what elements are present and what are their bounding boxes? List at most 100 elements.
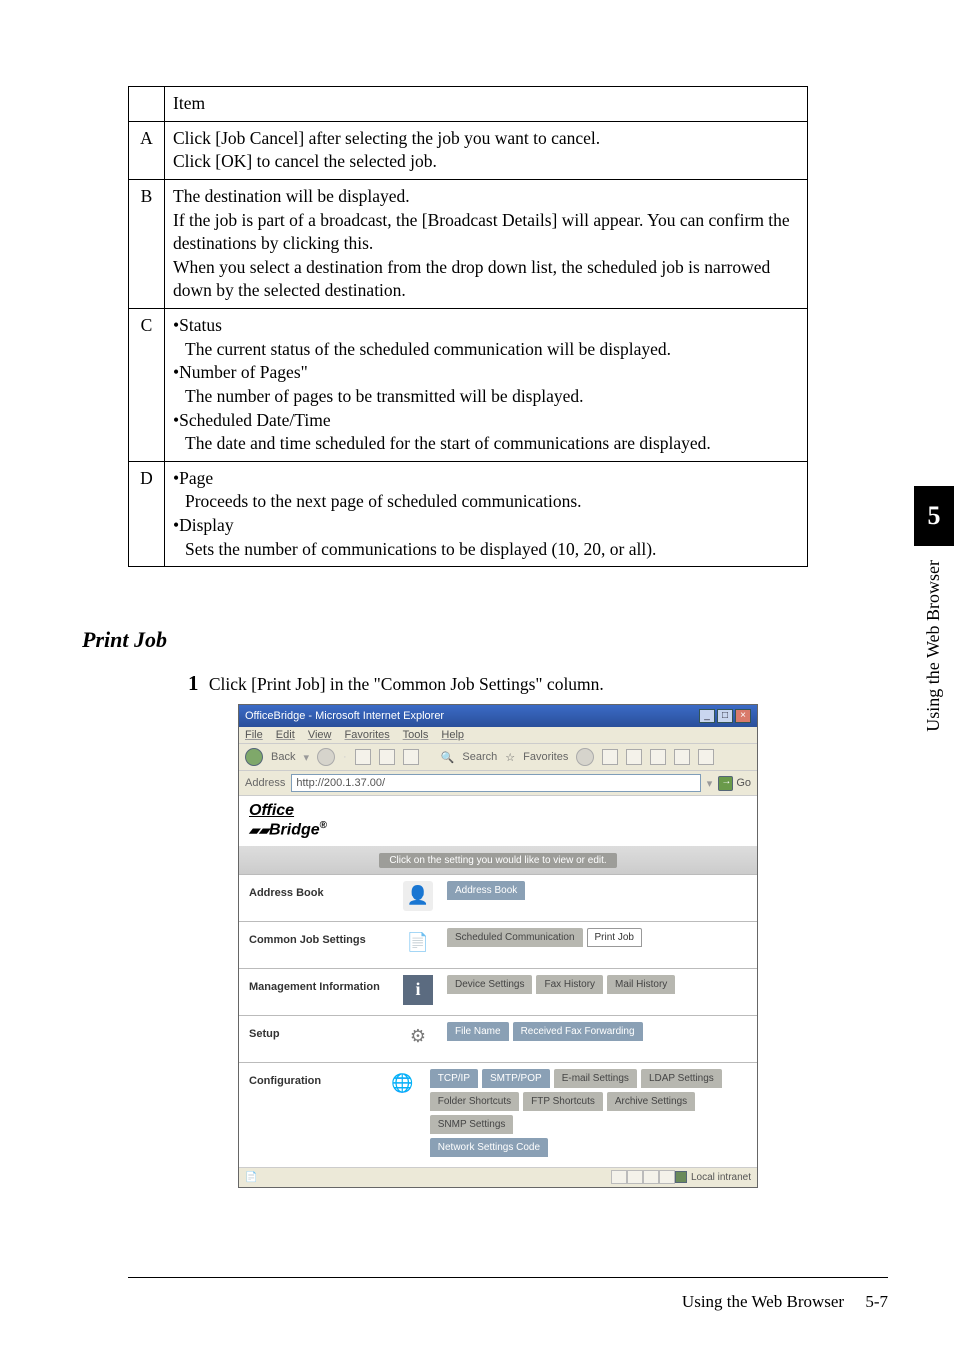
section-setup: Setup ⚙ File Name Received Fax Forwardin… [239,1015,757,1062]
close-button[interactable]: × [735,709,751,723]
tab-address-book[interactable]: Address Book [447,881,525,900]
tab-print-job[interactable]: Print Job [587,928,642,947]
tab-ldap-settings[interactable]: LDAP Settings [641,1069,722,1088]
forward-icon[interactable] [317,748,335,766]
window-titlebar: OfficeBridge - Microsoft Internet Explor… [239,705,757,727]
back-label[interactable]: Back [271,751,295,763]
tab-email-settings[interactable]: E-mail Settings [554,1069,637,1088]
table-row: C •Status The current status of the sche… [129,309,808,462]
bullet-title: •Display [173,514,799,538]
status-cell [659,1170,675,1184]
tab-network-settings-code[interactable]: Network Settings Code [430,1138,548,1157]
tab-fax-history[interactable]: Fax History [536,975,603,994]
media-icon[interactable] [576,748,594,766]
bullet-title: •Page [173,467,799,491]
banner-text: Click on the setting you would like to v… [379,853,616,868]
status-done-icon: 📄 [245,1172,257,1183]
section-title: Print Job [82,627,808,653]
tab-ftp-shortcuts[interactable]: FTP Shortcuts [523,1092,603,1111]
section-label: Configuration [249,1069,375,1087]
bullet-title: •Status [173,314,799,338]
row-line: Click [Job Cancel] after selecting the j… [173,127,799,151]
go-label: Go [736,777,751,789]
tab-scheduled-communication[interactable]: Scheduled Communication [447,928,583,947]
menu-edit[interactable]: Edit [276,729,295,741]
search-icon[interactable]: 🔍 [441,751,455,764]
section-management-info: Management Information i Device Settings… [239,968,757,1015]
home-icon[interactable] [403,749,419,765]
section-common-job: Common Job Settings 📄 Scheduled Communic… [239,921,757,968]
row-content: •Page Proceeds to the next page of sched… [165,461,808,567]
bullet-title: •Scheduled Date/Time [173,409,799,433]
minimize-button[interactable]: _ [699,709,715,723]
tab-archive-settings[interactable]: Archive Settings [607,1092,695,1111]
step-number: 1 [188,671,199,695]
stop-icon[interactable] [355,749,371,765]
history-icon[interactable] [602,749,618,765]
section-label: Setup [249,1022,389,1040]
discuss-icon[interactable] [698,749,714,765]
section-label: Management Information [249,975,389,993]
bullet-desc: The current status of the scheduled comm… [185,338,799,362]
bullet-desc: Proceeds to the next page of scheduled c… [185,490,799,514]
row-letter: D [129,461,165,567]
row-line: When you select a destination from the d… [173,256,799,303]
status-cell [611,1170,627,1184]
logo-bridge: Bridge [269,822,320,839]
mail-icon[interactable] [626,749,642,765]
maximize-button[interactable]: □ [717,709,733,723]
footer: Using the Web Browser 5-7 [682,1292,888,1312]
row-content: The destination will be displayed. If th… [165,179,808,308]
tab-snmp-settings[interactable]: SNMP Settings [430,1115,514,1134]
favorites-label[interactable]: Favorites [523,751,568,763]
search-label[interactable]: Search [462,751,497,763]
edit-icon[interactable] [674,749,690,765]
chapter-number: 5 [928,501,941,531]
bullet-title: •Number of Pages" [173,361,799,385]
menu-favorites[interactable]: Favorites [345,729,390,741]
tab-tcpip[interactable]: TCP/IP [430,1069,478,1088]
bullet-desc: The number of pages to be transmitted wi… [185,385,799,409]
tab-folder-shortcuts[interactable]: Folder Shortcuts [430,1092,519,1111]
back-icon[interactable] [245,748,263,766]
footer-text: Using the Web Browser [682,1292,844,1311]
address-input[interactable] [291,774,700,792]
footer-page: 5-7 [865,1292,888,1311]
globe-icon: 🌐 [389,1069,416,1099]
status-cell [643,1170,659,1184]
security-zone: Local intranet [675,1171,751,1183]
ie-toolbar: Back ▾ · 🔍 Search ☆ Favorites [239,744,757,771]
row-line: If the job is part of a broadcast, the [… [173,209,799,256]
window-title: OfficeBridge - Microsoft Internet Explor… [245,710,444,722]
section-address-book: Address Book 👤 Address Book [239,874,757,921]
section-label: Common Job Settings [249,928,389,946]
row-content: •Status The current status of the schedu… [165,309,808,462]
menu-help[interactable]: Help [441,729,464,741]
row-line: Click [OK] to cancel the selected job. [173,150,799,174]
footer-rule [128,1277,888,1278]
table-header-blank [129,87,165,122]
status-bar: 📄 Local intranet [239,1167,757,1187]
tab-mail-history[interactable]: Mail History [607,975,675,994]
tab-received-fax-forwarding[interactable]: Received Fax Forwarding [513,1022,643,1041]
logo-office: Office [249,802,294,819]
menu-file[interactable]: File [245,729,263,741]
menubar: File Edit View Favorites Tools Help [239,727,757,744]
favorites-icon[interactable]: ☆ [505,751,515,764]
table-row: A Click [Job Cancel] after selecting the… [129,121,808,179]
step-text: Click [Print Job] in the "Common Job Set… [209,674,604,694]
table-header-item: Item [165,87,808,122]
gears-icon: ⚙ [403,1022,433,1052]
refresh-icon[interactable] [379,749,395,765]
officebridge-logo: Office ▰▰Bridge® [239,796,757,845]
tab-file-name[interactable]: File Name [447,1022,509,1041]
item-table: Item A Click [Job Cancel] after selectin… [128,86,808,567]
menu-tools[interactable]: Tools [403,729,429,741]
tab-smtp-pop[interactable]: SMTP/POP [482,1069,550,1088]
menu-view[interactable]: View [308,729,332,741]
tab-device-settings[interactable]: Device Settings [447,975,532,994]
print-icon[interactable] [650,749,666,765]
row-content: Click [Job Cancel] after selecting the j… [165,121,808,179]
document-icon: 📄 [403,928,433,958]
go-button[interactable]: Go [718,776,751,791]
